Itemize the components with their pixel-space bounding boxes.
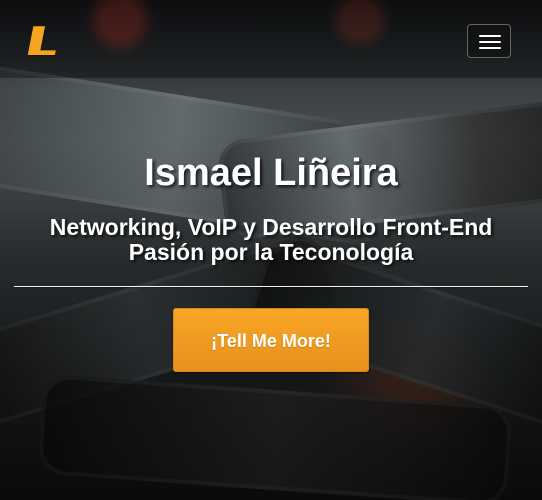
top-navbar: IL: [0, 0, 542, 78]
brand-logo[interactable]: IL: [27, 19, 79, 63]
hamburger-menu-icon: [479, 35, 501, 37]
hero-subtitle-line: Networking, VoIP y Desarrollo Front-End: [49, 214, 493, 240]
hamburger-menu-icon: [479, 47, 501, 49]
tell-me-more-button[interactable]: ¡Tell Me More!: [173, 308, 369, 372]
hamburger-menu-icon: [479, 41, 501, 43]
hero-subtitle: Networking, VoIP y Desarrollo Front-End …: [26, 215, 516, 265]
menu-toggle-button[interactable]: [467, 24, 511, 58]
hero-divider: [14, 286, 528, 287]
landing-page: IL Ismael Liñeira Networking, VoIP y Des…: [0, 0, 542, 500]
hero-subtitle-line: Pasión por la Teconología: [128, 239, 414, 265]
hero-title: Ismael Liñeira: [144, 152, 398, 194]
